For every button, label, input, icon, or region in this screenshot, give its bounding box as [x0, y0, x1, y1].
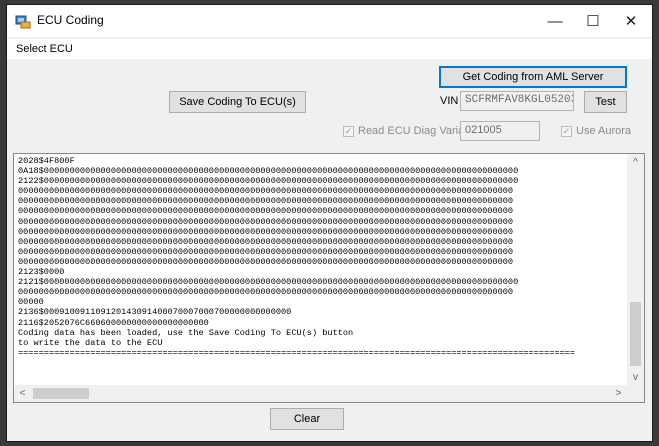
- horizontal-scrollbar[interactable]: < >: [14, 385, 627, 402]
- output-line: 2123$0000: [18, 267, 65, 278]
- output-line: 0000000000000000000000000000000000000000…: [18, 216, 514, 227]
- scroll-left-icon[interactable]: <: [14, 385, 31, 402]
- window-title: ECU Coding: [37, 13, 104, 27]
- coding-output-text: 2028$4F800F 0A18$000000000000000000000000…: [18, 156, 626, 388]
- vertical-scroll-thumb[interactable]: [630, 302, 641, 366]
- maximize-button[interactable]: ☐: [575, 5, 611, 37]
- clear-button[interactable]: Clear: [270, 408, 344, 430]
- output-line: 0000000000000000000000000000000000000000…: [18, 206, 514, 217]
- vertical-scrollbar[interactable]: ^ v: [627, 154, 644, 386]
- output-line: 0000000000000000000000000000000000000000…: [18, 226, 514, 237]
- scroll-right-icon[interactable]: >: [610, 385, 627, 402]
- output-line: 0000000000000000000000000000000000000000…: [18, 186, 514, 197]
- output-line: ========================================…: [18, 347, 575, 358]
- output-line: 2116$2052076C660600000000000000000000: [18, 317, 209, 328]
- use-aurora-label: Use Aurora: [576, 125, 632, 137]
- horizontal-scroll-thumb[interactable]: [33, 388, 89, 399]
- output-line: 00000: [18, 297, 44, 308]
- diag-variant-field[interactable]: 021005: [460, 121, 540, 141]
- scroll-corner: [627, 385, 644, 402]
- read-ecu-diag-variant-checkbox[interactable]: ✓: [343, 126, 354, 137]
- output-line: 0000000000000000000000000000000000000000…: [18, 196, 514, 207]
- get-coding-button[interactable]: Get Coding from AML Server: [439, 66, 627, 88]
- minimize-button[interactable]: —: [537, 5, 573, 37]
- output-line: 0000000000000000000000000000000000000000…: [18, 236, 514, 247]
- use-aurora-checkbox[interactable]: ✓: [561, 126, 572, 137]
- coding-output-textarea[interactable]: 2028$4F800F 0A18$000000000000000000000000…: [13, 153, 645, 403]
- output-line: 2122$00000000000000000000000000000000000…: [18, 176, 519, 187]
- output-line: 0000000000000000000000000000000000000000…: [18, 246, 514, 257]
- output-line: 2028$4F800F: [18, 156, 75, 166]
- output-line: to write the data to the ECU: [18, 337, 163, 348]
- scroll-down-icon[interactable]: v: [627, 369, 644, 386]
- output-line: Coding data has been loaded, use the Sav…: [18, 327, 354, 338]
- scroll-up-icon[interactable]: ^: [627, 154, 644, 171]
- read-ecu-diag-variant-label: Read ECU Diag Variant: [358, 125, 474, 137]
- output-line: 0A18$00000000000000000000000000000000000…: [18, 166, 519, 177]
- close-button[interactable]: ✕: [613, 5, 649, 37]
- app-icon: [15, 15, 31, 29]
- title-bar: ECU Coding — ☐ ✕: [7, 5, 652, 37]
- menu-select-ecu[interactable]: Select ECU: [16, 43, 73, 55]
- test-button[interactable]: Test: [584, 91, 627, 113]
- output-line: 2136$00091009110912014309140007000700070…: [18, 307, 292, 318]
- vin-field[interactable]: SCFRMFAV8KGL05203: [460, 91, 574, 111]
- output-line: 0000000000000000000000000000000000000000…: [18, 287, 514, 298]
- output-line: 0000000000000000000000000000000000000000…: [18, 256, 514, 267]
- menu-bar: Select ECU: [7, 39, 652, 59]
- save-coding-button[interactable]: Save Coding To ECU(s): [169, 91, 306, 113]
- ecu-coding-window: ECU Coding — ☐ ✕ Select ECU Get Coding f…: [6, 4, 653, 442]
- output-line: 2121$00000000000000000000000000000000000…: [18, 277, 519, 288]
- vin-label: VIN: [440, 95, 459, 107]
